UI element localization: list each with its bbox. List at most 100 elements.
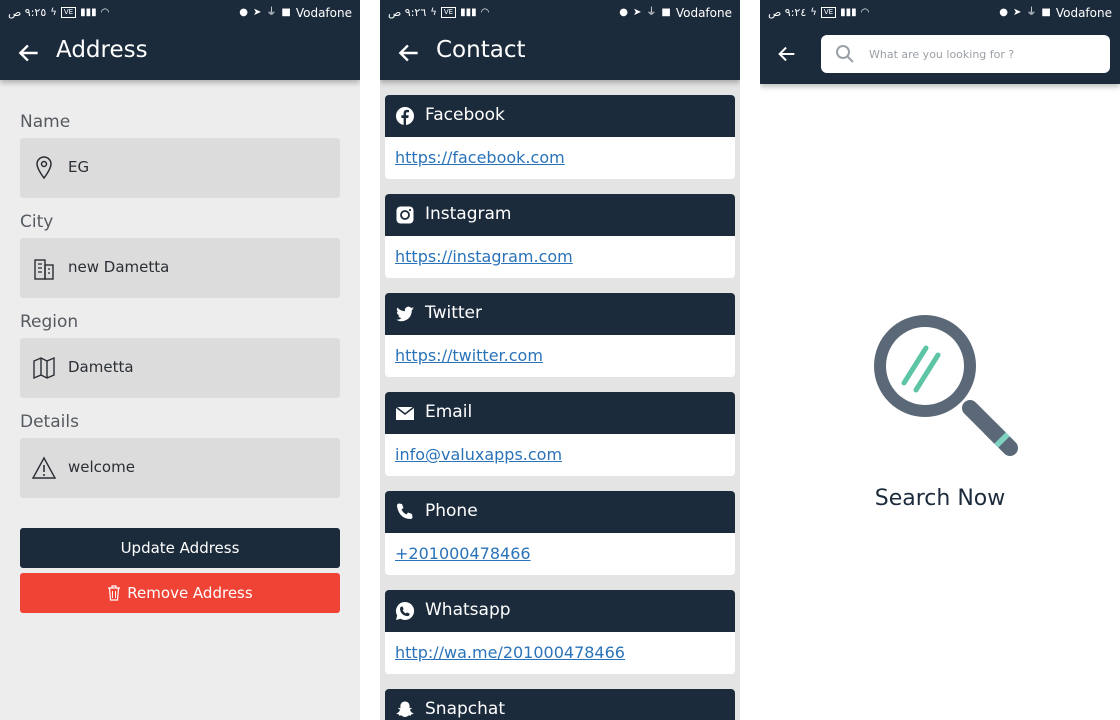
contact-label: Phone — [425, 501, 478, 521]
page-title: Contact — [436, 37, 526, 63]
back-arrow-icon[interactable] — [16, 40, 42, 66]
search-now-text: Search Now — [874, 486, 1006, 511]
network-badge: VE — [820, 7, 837, 18]
app-bar: Address — [0, 25, 360, 80]
facebook-notif-icon: ● — [239, 7, 248, 18]
contact-card-twitter: Twitter https://twitter.com — [385, 293, 735, 377]
usb-icon: ⏚ — [646, 7, 657, 18]
signal-icon: ▮▮▮ — [840, 6, 857, 18]
instagram-icon — [396, 206, 414, 224]
twitter-icon — [396, 306, 414, 322]
contact-label: Instagram — [425, 204, 512, 224]
address-screen: ٩:٢٥ ص ϟ VE ▮▮▮ ◠ ● ➤ ⏚ ■ Vodafone Addre… — [0, 0, 360, 720]
snapchat-icon — [396, 701, 414, 717]
facebook-icon — [396, 107, 414, 125]
telegram-notif-icon: ➤ — [253, 7, 262, 18]
search-screen: ٩:٢٤ ص ϟ VE ▮▮▮ ◠ ● ➤ ⏚ ■ Vodafone What … — [760, 0, 1120, 720]
telegram-notif-icon: ➤ — [633, 7, 642, 18]
contact-card-body: +201000478466 — [385, 533, 735, 575]
trash-icon — [108, 585, 121, 601]
carrier-name: Vodafone — [1055, 6, 1112, 20]
location-pin-icon — [36, 156, 52, 180]
charging-icon: ϟ — [810, 6, 817, 18]
contact-link[interactable]: +201000478466 — [395, 544, 531, 563]
magnifier-illustration-icon — [874, 315, 1018, 456]
contact-link[interactable]: info@valuxapps.com — [395, 445, 562, 464]
vodafone-icon: ■ — [661, 7, 671, 18]
contact-card-body: https://twitter.com — [385, 335, 735, 377]
contact-card-header: Whatsapp — [385, 590, 735, 632]
wifi-icon: ◠ — [480, 6, 490, 18]
telegram-notif-icon: ➤ — [1013, 7, 1022, 18]
app-bar: Contact — [380, 25, 740, 80]
status-time: ٩:٢٤ ص — [768, 6, 807, 19]
carrier-name: Vodafone — [675, 6, 732, 20]
contact-card-snapchat: Snapchat — [385, 689, 735, 720]
update-address-label: Update Address — [120, 539, 240, 557]
charging-icon: ϟ — [430, 6, 437, 18]
name-field[interactable]: EG — [20, 138, 340, 198]
phone-icon — [397, 503, 413, 519]
signal-icon: ▮▮▮ — [80, 6, 97, 18]
contact-card-body: info@valuxapps.com — [385, 434, 735, 476]
contact-card-body: https://facebook.com — [385, 137, 735, 179]
remove-address-button[interactable]: Remove Address — [20, 573, 340, 613]
contact-screen: ٩:٢٦ ص ϟ VE ▮▮▮ ◠ ● ➤ ⏚ ■ Vodafone Conta… — [380, 0, 740, 720]
name-value: EG — [68, 158, 90, 176]
app-bar — [760, 25, 1120, 84]
contact-link[interactable]: http://wa.me/201000478466 — [395, 643, 625, 662]
vodafone-icon: ■ — [1041, 7, 1051, 18]
contact-link[interactable]: https://twitter.com — [395, 346, 543, 365]
whatsapp-icon — [395, 601, 415, 620]
contact-card-instagram: Instagram https://instagram.com — [385, 194, 735, 278]
contact-label: Email — [425, 402, 473, 422]
contact-card-body: https://instagram.com — [385, 236, 735, 278]
warning-icon — [32, 456, 56, 479]
vodafone-icon: ■ — [281, 7, 291, 18]
wifi-icon: ◠ — [860, 6, 870, 18]
contact-card-facebook: Facebook https://facebook.com — [385, 95, 735, 179]
contact-link[interactable]: https://facebook.com — [395, 148, 565, 167]
contact-card-header: Instagram — [385, 194, 735, 236]
facebook-notif-icon: ● — [999, 7, 1008, 18]
city-field[interactable]: new Dametta — [20, 238, 340, 298]
contact-link[interactable]: https://instagram.com — [395, 247, 573, 266]
back-arrow-icon[interactable] — [776, 43, 798, 65]
contact-label: Whatsapp — [425, 600, 511, 620]
contact-label: Snapchat — [425, 699, 505, 719]
status-time: ٩:٢٦ ص — [388, 6, 427, 19]
region-value: Dametta — [68, 358, 134, 376]
contact-label: Facebook — [425, 105, 505, 125]
contact-card-email: Email info@valuxapps.com — [385, 392, 735, 476]
status-bar: ٩:٢٥ ص ϟ VE ▮▮▮ ◠ ● ➤ ⏚ ■ Vodafone — [0, 0, 360, 25]
map-icon — [33, 356, 55, 380]
contact-card-header: Email — [385, 392, 735, 434]
signal-icon: ▮▮▮ — [460, 6, 477, 18]
building-icon — [34, 259, 54, 280]
contact-card-header: Facebook — [385, 95, 735, 137]
usb-icon: ⏚ — [266, 7, 277, 18]
search-input[interactable] — [869, 35, 1099, 73]
status-bar: ٩:٢٤ ص ϟ VE ▮▮▮ ◠ ● ➤ ⏚ ■ Vodafone — [760, 0, 1120, 25]
contact-card-header: Phone — [385, 491, 735, 533]
remove-address-label: Remove Address — [127, 584, 253, 602]
name-label: Name — [20, 112, 71, 132]
carrier-name: Vodafone — [295, 6, 352, 20]
contact-card-body: http://wa.me/201000478466 — [385, 632, 735, 674]
details-value: welcome — [68, 458, 135, 476]
wifi-icon: ◠ — [100, 6, 110, 18]
contact-card-phone: Phone +201000478466 — [385, 491, 735, 575]
back-arrow-icon[interactable] — [396, 40, 422, 66]
city-value: new Dametta — [68, 258, 170, 276]
page-title: Address — [56, 37, 148, 63]
contact-card-header: Twitter — [385, 293, 735, 335]
network-badge: VE — [60, 7, 77, 18]
email-icon — [395, 406, 415, 420]
region-field[interactable]: Dametta — [20, 338, 340, 398]
search-bar[interactable] — [821, 35, 1110, 73]
region-label: Region — [20, 312, 79, 332]
status-bar: ٩:٢٦ ص ϟ VE ▮▮▮ ◠ ● ➤ ⏚ ■ Vodafone — [380, 0, 740, 25]
contact-label: Twitter — [425, 303, 482, 323]
update-address-button[interactable]: Update Address — [20, 528, 340, 568]
details-field[interactable]: welcome — [20, 438, 340, 498]
